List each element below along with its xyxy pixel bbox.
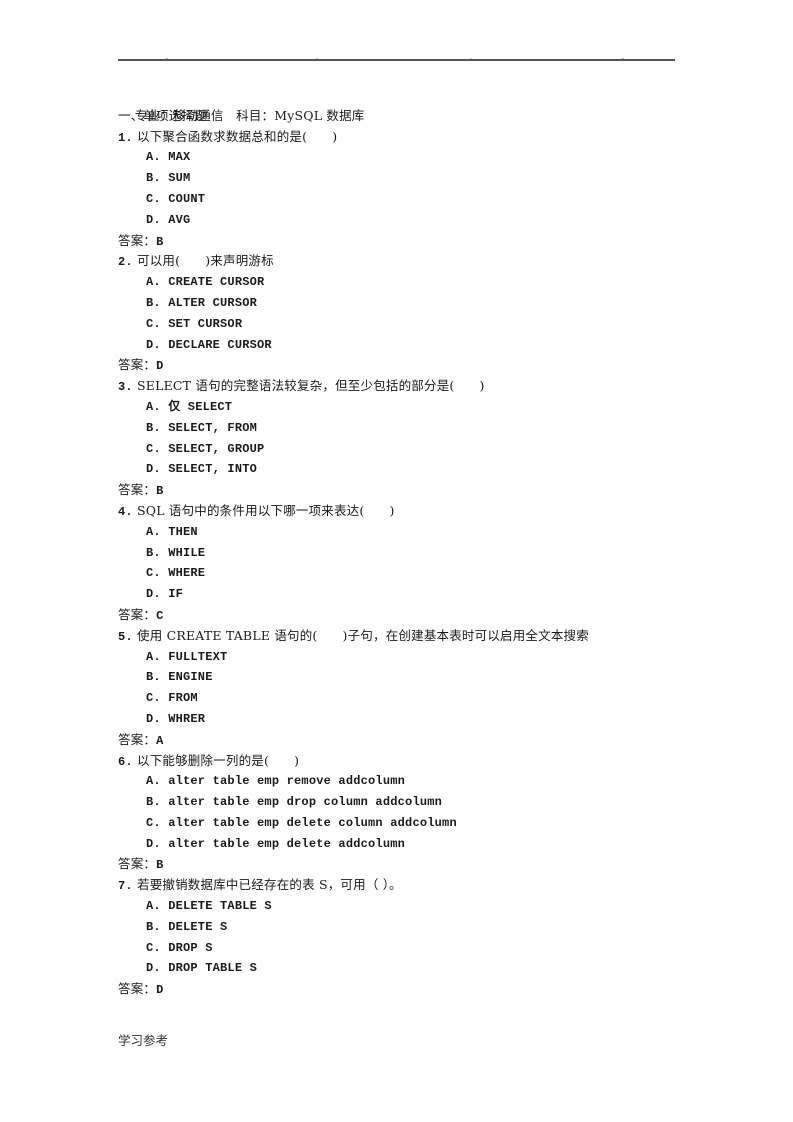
question-stem: 2. 可以用( )来声明游标	[118, 251, 698, 272]
question-text: 以下聚合函数求数据总和的是( )	[137, 128, 338, 144]
question-item: 5. 使用 CREATE TABLE 语句的( )子句，在创建基本表时可以启用全…	[118, 626, 698, 751]
answer-line: 答案：C	[118, 605, 698, 626]
answer-option: B. SUM	[146, 171, 191, 186]
answer-option: A. THEN	[146, 524, 198, 539]
answer-label: 答案：	[118, 856, 157, 872]
answer-option: D. SELECT, INTO	[146, 462, 258, 477]
answer-option: A. CREATE CURSOR	[146, 275, 265, 290]
answer-option: A. FULLTEXT	[146, 649, 228, 664]
header-mark: .	[316, 54, 318, 61]
answer-option: C. alter table emp delete column addcolu…	[146, 815, 457, 830]
question-item: 4. SQL 语句中的条件用以下哪一项来表达( ) A. THEN B. WHILE…	[118, 501, 698, 626]
question-number: 6.	[118, 754, 133, 769]
answer-option: C. DROP S	[146, 940, 213, 955]
answer-line: 答案：B	[118, 480, 698, 501]
question-number: 4.	[118, 504, 133, 519]
answer-option: D. DROP TABLE S	[146, 961, 258, 976]
answer-line: 答案：B	[118, 854, 698, 875]
answer-option: A. DELETE TABLE S	[146, 899, 272, 914]
question-number: 1.	[118, 130, 133, 145]
header-mark: ..	[621, 54, 625, 61]
answer-option: D. alter table emp delete addcolumn	[146, 836, 406, 851]
page-footer: 学习参考	[118, 1033, 169, 1048]
answer-option: B. ALTER CURSOR	[146, 295, 258, 310]
question-number: 2.	[118, 255, 133, 270]
question-stem: 6. 以下能够删除一列的是( )	[118, 751, 698, 772]
answer-option: B. ENGINE	[146, 670, 213, 685]
answer-label: 答案：	[118, 731, 157, 747]
answer-line: 答案：D	[118, 355, 698, 376]
question-item: 1. 以下聚合函数求数据总和的是( ) A. MAX B. SUM C. COUNT D…	[118, 127, 698, 252]
question-item: 3. SELECT 语句的完整语法较复杂，但至少包括的部分是( ) A. 仅 SE…	[118, 376, 698, 501]
answer-option: D. AVG	[146, 212, 191, 227]
header-mark: ..	[165, 54, 169, 61]
answer-option: C. FROM	[146, 691, 198, 706]
question-text: 以下能够删除一列的是( )	[137, 752, 300, 768]
question-stem: 4. SQL 语句中的条件用以下哪一项来表达( )	[118, 501, 698, 522]
question-number: 5.	[118, 629, 133, 644]
header-mark: .	[470, 54, 472, 61]
answer-option: D. DECLARE CURSOR	[146, 337, 272, 352]
answer-option: A. alter table emp remove addcolumn	[146, 774, 406, 789]
answer-option: A. MAX	[146, 150, 191, 165]
section-title: 一、单项选择题	[118, 107, 207, 123]
question-text: 使用 CREATE TABLE 语句的( )子句，在创建基本表时可以启用全文本搜…	[137, 627, 589, 643]
answer-value: D	[156, 359, 164, 374]
question-number: 3.	[118, 380, 133, 395]
question-stem: 5. 使用 CREATE TABLE 语句的( )子句，在创建基本表时可以启用全…	[118, 626, 698, 647]
answer-value: C	[156, 608, 164, 623]
question-item: 6. 以下能够删除一列的是( ) A. alter table emp remov…	[118, 751, 698, 876]
answer-value: B	[156, 858, 164, 873]
answer-option: B. WHILE	[146, 545, 206, 560]
question-text: 若要撤销数据库中已经存在的表 S，可用（ ）。	[137, 877, 402, 893]
answer-label: 答案：	[118, 981, 157, 997]
answer-line: 答案：B	[118, 231, 698, 252]
meta-line: 专业：移动通信 科目：MySQL 数据库	[118, 85, 698, 123]
answer-line: 答案：D	[118, 979, 698, 1000]
answer-value: B	[156, 234, 164, 249]
question-list: 1. 以下聚合函数求数据总和的是( ) A. MAX B. SUM C. COUNT D…	[118, 127, 698, 1000]
subject-label: 科目：	[236, 107, 275, 123]
answer-option: B. alter table emp drop column addcolumn	[146, 795, 443, 810]
answer-label: 答案：	[118, 357, 157, 373]
answer-option: C. SET CURSOR	[146, 316, 243, 331]
answer-option: A. 仅 SELECT	[146, 399, 233, 414]
answer-label: 答案：	[118, 482, 157, 498]
subject-value: MySQL 数据库	[274, 107, 365, 123]
answer-label: 答案：	[118, 232, 157, 248]
question-item: 2. 可以用( )来声明游标 A. CREATE CURSOR B. ALTER C…	[118, 251, 698, 376]
question-stem: 1. 以下聚合函数求数据总和的是( )	[118, 127, 698, 148]
answer-option: C. SELECT, GROUP	[146, 441, 265, 456]
answer-label: 答案：	[118, 606, 157, 622]
answer-value: A	[156, 733, 164, 748]
question-text: SELECT 语句的完整语法较复杂，但至少包括的部分是( )	[137, 378, 485, 394]
answer-option: D. WHRER	[146, 711, 206, 726]
answer-option: C. WHERE	[146, 566, 206, 581]
document-body: 专业：移动通信 科目：MySQL 数据库 一、单项选择题 1. 以下聚合函数求数…	[118, 85, 698, 1000]
question-stem: 7. 若要撤销数据库中已经存在的表 S，可用（ ）。	[118, 875, 698, 896]
answer-value: B	[156, 484, 164, 499]
answer-option: D. IF	[146, 587, 184, 602]
question-stem: 3. SELECT 语句的完整语法较复杂，但至少包括的部分是( )	[118, 376, 698, 397]
answer-option: B. DELETE S	[146, 919, 228, 934]
answer-value: D	[156, 983, 164, 998]
question-number: 7.	[118, 879, 133, 894]
question-text: 可以用( )来声明游标	[137, 253, 274, 269]
answer-option: C. COUNT	[146, 191, 206, 206]
question-text: SQL 语句中的条件用以下哪一项来表达( )	[137, 502, 395, 518]
question-item: 7. 若要撤销数据库中已经存在的表 S，可用（ ）。 A. DELETE TABL…	[118, 875, 698, 1000]
answer-line: 答案：A	[118, 730, 698, 751]
answer-option: B. SELECT, FROM	[146, 420, 258, 435]
header-rule	[118, 59, 675, 61]
